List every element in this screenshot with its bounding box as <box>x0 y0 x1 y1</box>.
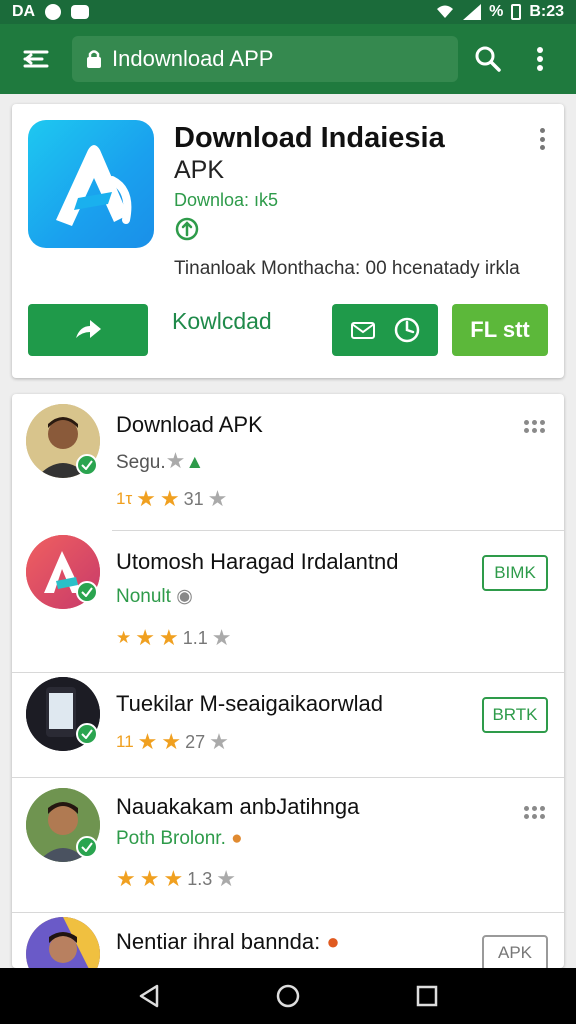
app-bar: Indownload APP <box>0 24 576 94</box>
sticker-icon: ◉ <box>176 586 193 607</box>
message-icon <box>71 5 90 19</box>
app-subtitle: APK <box>174 156 225 184</box>
battery-icon <box>511 4 522 20</box>
apk-button[interactable]: BIMK <box>482 555 548 591</box>
item-title: Nentiar ihral bannda: ● <box>116 929 340 954</box>
forward-arrow-icon <box>76 320 101 338</box>
item-title: Tuekilar M-seaigaikaorwlad <box>116 691 383 716</box>
search-icon[interactable] <box>466 37 510 81</box>
star-icon: ★ <box>207 486 228 511</box>
avatar <box>26 917 100 968</box>
star-icon: ★ <box>163 866 184 891</box>
clock-text: B:23 <box>529 3 564 20</box>
list-item[interactable]: Download APK Segu.★▲ 1τ ★ ★ 31 ★ <box>12 394 564 530</box>
star-icon: ★ <box>159 486 180 511</box>
star-icon: ★ <box>136 486 156 511</box>
fl-button[interactable]: FL stt <box>452 304 548 356</box>
app-description: Tinanloak Monthacha: 00 hcenatady irkla <box>174 258 520 279</box>
app-logo-icon[interactable] <box>28 120 154 248</box>
star-icon: ★ <box>116 866 136 891</box>
star-icon: ★ <box>139 866 160 891</box>
item-subtitle: Nonult ◉ <box>116 586 193 607</box>
thumb-icon: ▲ <box>185 452 205 473</box>
download-count: Downloa: ık5 <box>174 190 279 210</box>
list-item[interactable]: Nauakakam anbJatihnga Poth Brolonr. ● ★ ★… <box>12 778 564 912</box>
item-title: Download APK <box>116 412 263 437</box>
verified-badge-icon <box>76 454 98 476</box>
grid-more-icon[interactable] <box>524 420 548 434</box>
ball-icon: ● <box>231 828 243 849</box>
wifi-icon <box>437 5 454 18</box>
item-subtitle: Poth Brolonr. ● <box>116 828 243 849</box>
star-icon: ★ <box>165 448 186 473</box>
star-icon: ★ <box>161 729 182 754</box>
emoji-icon: ● <box>326 929 340 954</box>
star-icon: ★ <box>216 866 236 891</box>
grid-more-icon[interactable] <box>524 806 548 820</box>
list-item[interactable]: Tuekilar M-seaigaikaorwlad 11 ★ ★ 27 ★ BRTK <box>12 673 564 777</box>
download-arrow-icon <box>174 216 200 242</box>
battery-percent: % <box>489 3 504 20</box>
star-icon: ★ <box>135 625 155 650</box>
item-rating: ★ ★ ★ 1.1 ★ <box>116 625 232 650</box>
navigation-bar <box>0 968 576 1024</box>
notification-icon <box>45 4 62 20</box>
compass-icon <box>394 317 420 343</box>
item-subtitle: Segu.★▲ <box>116 448 205 474</box>
app-title: Download Indaiesia <box>174 122 445 154</box>
download-link[interactable]: Kowlcdad <box>172 308 272 335</box>
verified-badge-icon <box>76 836 98 858</box>
item-rating: 11 ★ ★ 27 ★ <box>116 729 229 754</box>
star-icon: ★ <box>158 625 179 650</box>
app-list: Download APK Segu.★▲ 1τ ★ ★ 31 ★ Utomosh Har… <box>12 394 564 968</box>
apk-button[interactable]: APK <box>482 935 548 968</box>
status-bar: DA % B:23 <box>0 0 576 24</box>
lock-icon <box>86 49 102 69</box>
overflow-menu-icon[interactable] <box>518 37 562 81</box>
menu-icon[interactable] <box>14 37 58 81</box>
verified-badge-icon <box>76 581 98 603</box>
featured-app-card: Download Indaiesia APK Downloa: ık5 Tina… <box>12 104 564 378</box>
item-rating: 1τ ★ ★ 31 ★ <box>116 486 228 511</box>
home-icon[interactable] <box>268 976 308 1016</box>
list-item[interactable]: Nentiar ihral bannda: ● APK <box>12 913 564 968</box>
back-icon[interactable] <box>129 976 169 1016</box>
url-bar[interactable]: Indownload APP <box>72 36 458 82</box>
url-text: Indownload APP <box>112 46 274 71</box>
share-arrow-button[interactable] <box>28 304 148 356</box>
send-mail-icon <box>351 322 375 339</box>
item-title: Nauakakam anbJatihnga <box>116 794 360 819</box>
item-title: Utomosh Haragad Irdalantnd <box>116 549 399 574</box>
share-button[interactable] <box>332 304 438 356</box>
list-item[interactable]: Utomosh Haragad Irdalantnd Nonult ◉ ★ ★ ★ 1… <box>12 531 564 671</box>
star-icon: ★ <box>137 729 158 754</box>
apk-button[interactable]: BRTK <box>482 697 548 733</box>
signal-icon <box>463 4 482 20</box>
star-icon: ★ <box>209 729 229 754</box>
card-more-icon[interactable] <box>530 124 554 154</box>
star-icon: ★ <box>211 625 232 650</box>
item-rating: ★ ★ ★ 1.3 ★ <box>116 866 236 891</box>
status-left-text: DA <box>12 3 36 20</box>
recents-icon[interactable] <box>407 976 447 1016</box>
verified-badge-icon <box>76 723 98 745</box>
